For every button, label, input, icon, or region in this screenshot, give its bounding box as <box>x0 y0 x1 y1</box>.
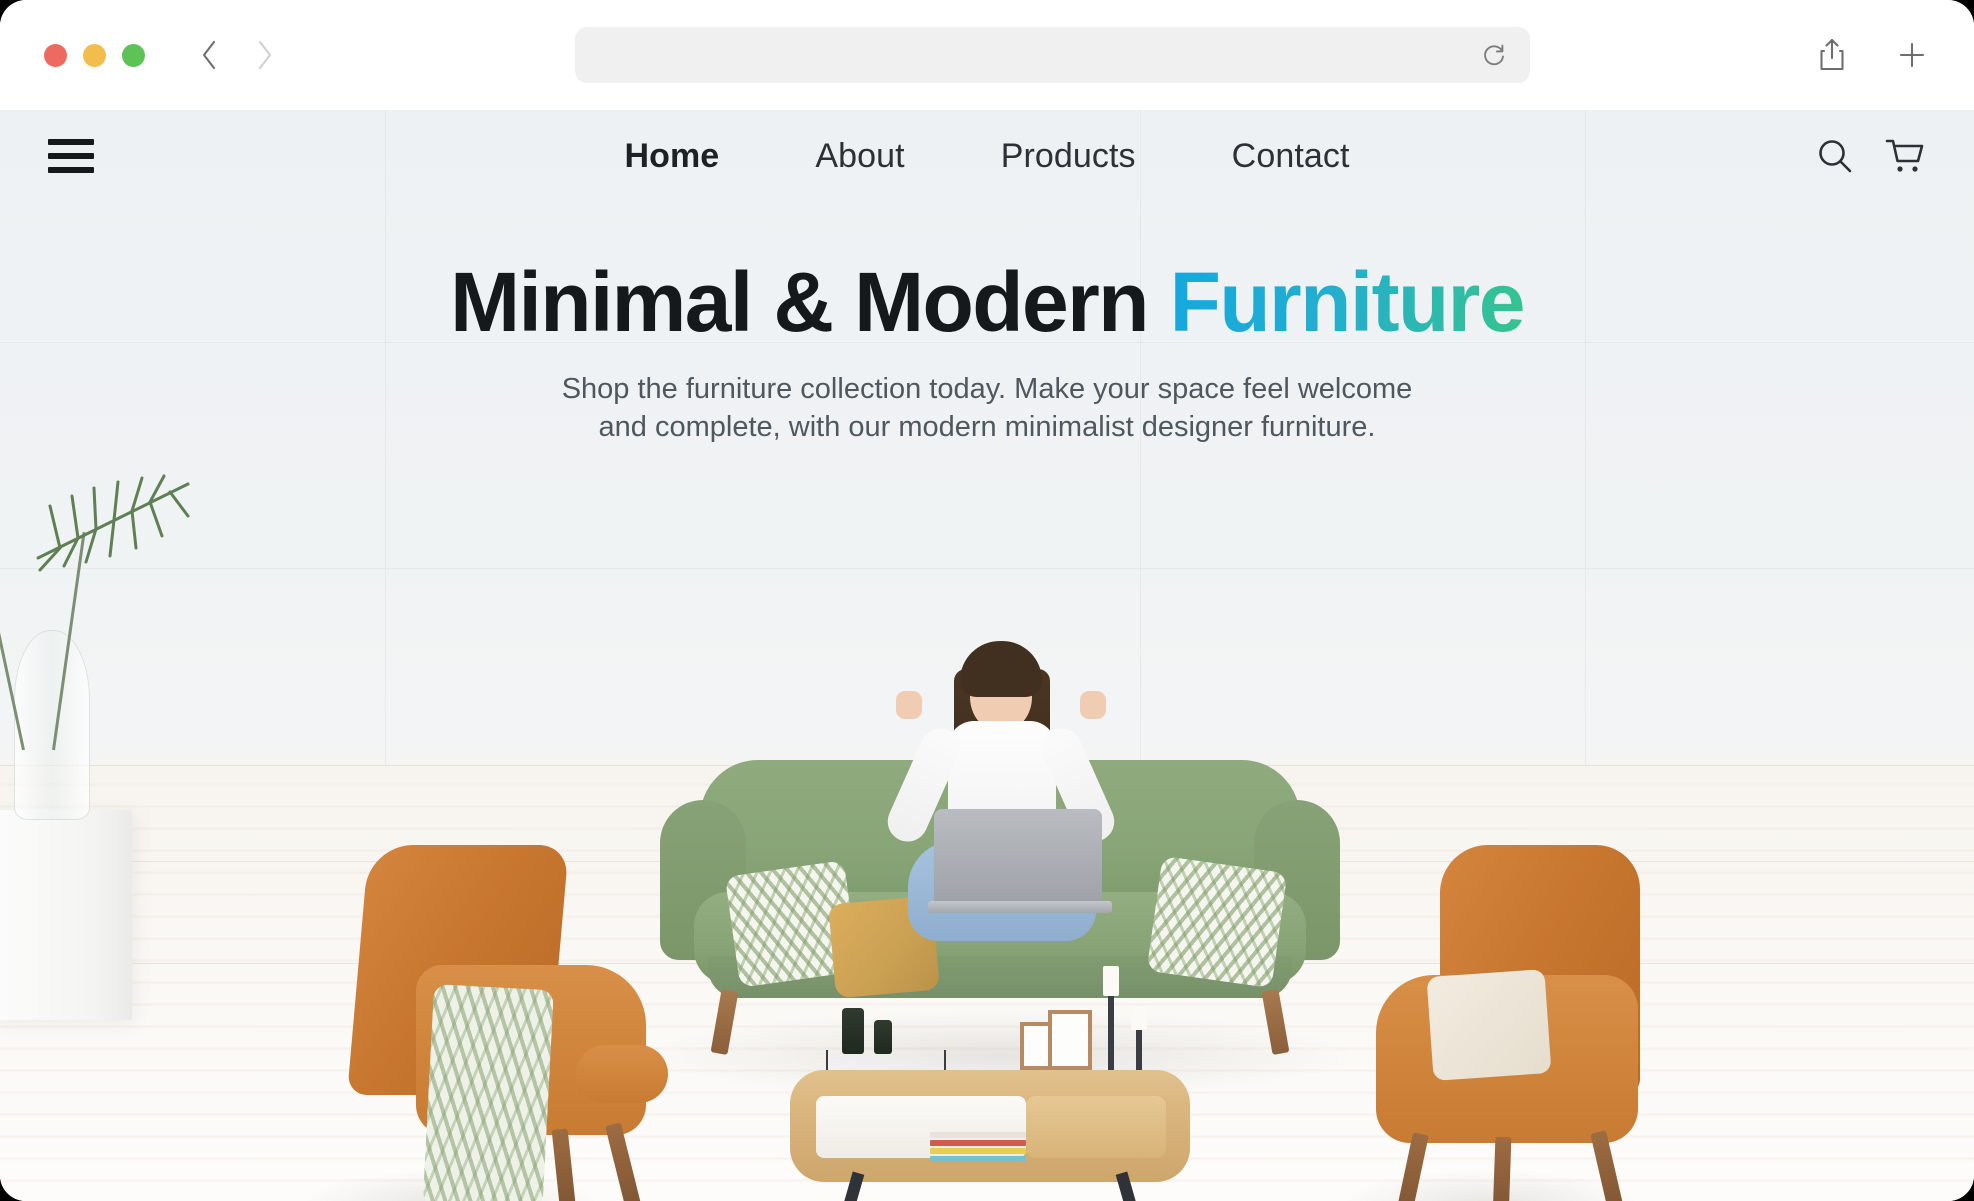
hero-title-accent: Furniture <box>1169 255 1526 349</box>
header-actions <box>1814 135 1926 177</box>
armchair-left-arm <box>576 1045 668 1103</box>
candle-tall <box>1103 966 1119 996</box>
nav-item-products[interactable]: Products <box>953 137 1184 176</box>
candlestick-short <box>1136 1028 1142 1070</box>
glass-vase <box>14 630 90 820</box>
forward-button[interactable] <box>251 38 277 72</box>
laptop-screen <box>934 809 1102 905</box>
hero-subtitle: Shop the furniture collection today. Mak… <box>561 373 1413 444</box>
browser-toolbar <box>0 0 1974 110</box>
tropical-pillow-right <box>1146 855 1288 989</box>
close-window-button[interactable] <box>44 43 67 67</box>
glass-bottle <box>842 1008 864 1054</box>
coffee-table-door-panel <box>1026 1096 1166 1158</box>
armchair-left-leg <box>605 1122 643 1201</box>
browser-nav-arrows <box>197 38 277 72</box>
maximize-window-button[interactable] <box>122 43 145 67</box>
new-tab-icon[interactable] <box>1896 37 1928 73</box>
hero-section: Minimal & Modern Furniture Shop the furn… <box>0 258 1974 447</box>
address-bar[interactable] <box>575 27 1530 83</box>
hero-title-plain: Minimal & Modern <box>450 255 1170 349</box>
share-icon[interactable] <box>1816 37 1848 73</box>
back-button[interactable] <box>197 38 223 72</box>
hair <box>960 641 1042 697</box>
site-header: Home About Products Contact <box>0 110 1974 202</box>
laptop-keyboard <box>928 901 1112 913</box>
minimize-window-button[interactable] <box>83 43 106 67</box>
armchair-right-leg <box>1590 1130 1626 1201</box>
leather-armchair-left <box>330 845 670 1201</box>
nav-item-home[interactable]: Home <box>576 137 767 176</box>
cream-pillow <box>1426 969 1552 1081</box>
browser-window: Home About Products Contact Minimal & Mo… <box>0 0 1974 1201</box>
window-traffic-lights <box>44 43 145 67</box>
seated-woman <box>862 633 1142 963</box>
candle-short <box>1131 1006 1147 1030</box>
palm-print-throw-blanket <box>422 984 554 1201</box>
candlestick-tall <box>1108 994 1114 1070</box>
reload-icon[interactable] <box>1480 41 1508 69</box>
picture-frame-large <box>1048 1010 1092 1070</box>
fist-left <box>896 691 922 719</box>
armchair-left-leg <box>551 1128 577 1201</box>
leather-armchair-right <box>1360 845 1690 1201</box>
nav-item-about[interactable]: About <box>767 137 952 176</box>
armchair-right-leg <box>1492 1136 1512 1201</box>
armchair-right-leg <box>1395 1132 1429 1201</box>
coffee-table-body <box>790 1070 1190 1182</box>
nav-item-contact[interactable]: Contact <box>1184 137 1398 176</box>
palm-frond-icon <box>20 440 210 590</box>
search-icon[interactable] <box>1814 135 1856 177</box>
glass-bottle <box>874 1020 892 1054</box>
books-stack <box>930 1132 1026 1162</box>
page-viewport: Home About Products Contact Minimal & Mo… <box>0 110 1974 1201</box>
toolbar-right-actions <box>1816 37 1928 73</box>
main-navigation: Home About Products Contact <box>576 137 1397 176</box>
cart-icon[interactable] <box>1884 135 1926 177</box>
white-pedestal <box>0 810 132 1020</box>
wooden-coffee-table <box>790 966 1190 1201</box>
fist-right <box>1080 691 1106 719</box>
menu-icon[interactable] <box>48 139 94 173</box>
page-title: Minimal & Modern Furniture <box>0 258 1974 346</box>
